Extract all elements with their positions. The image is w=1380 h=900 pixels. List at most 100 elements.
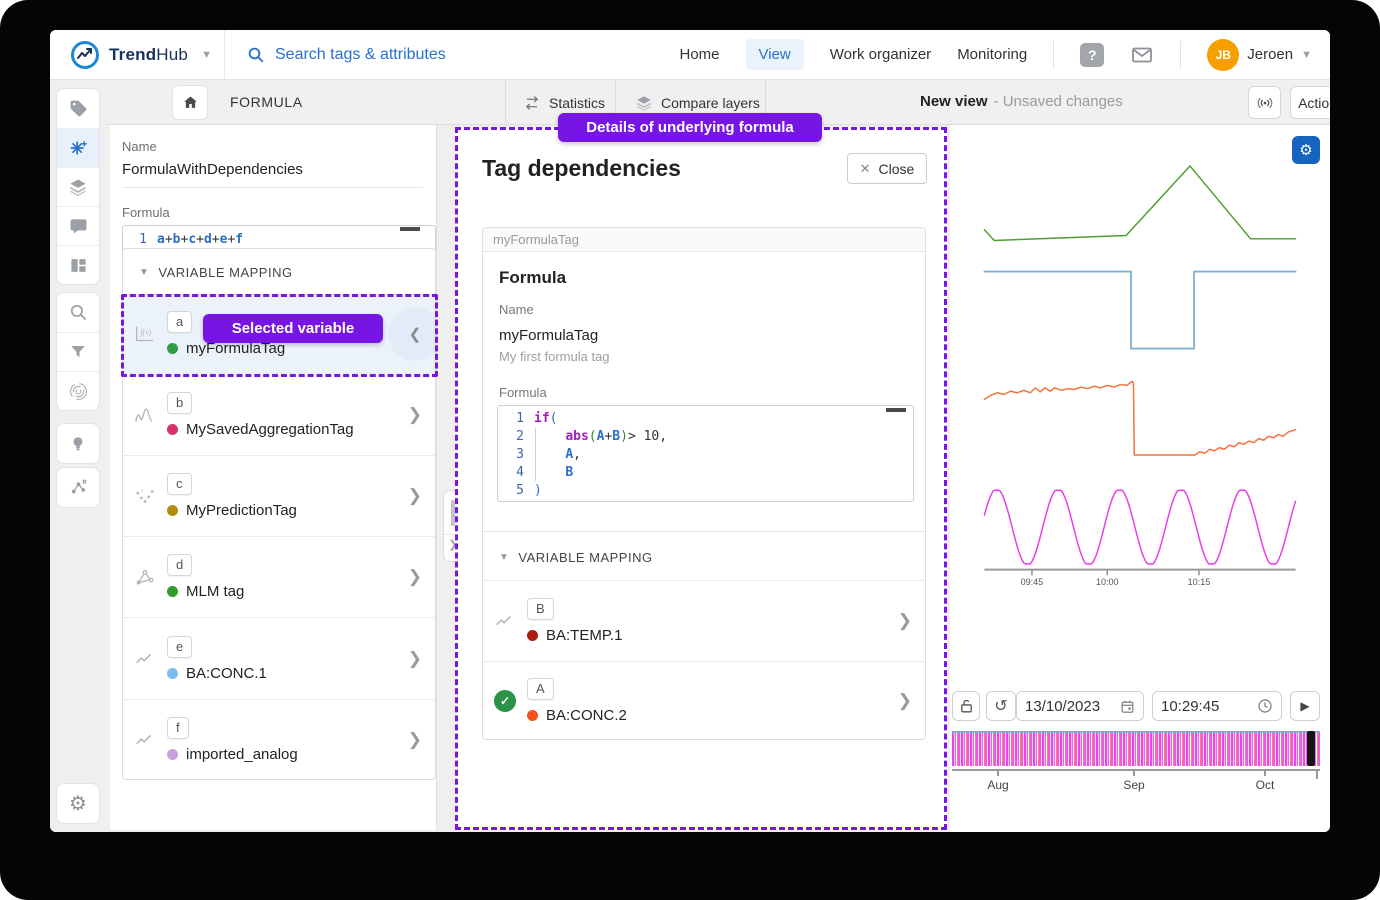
tag-color-dot <box>527 630 538 641</box>
variable-mapping-header[interactable]: ▼ VARIABLE MAPPING <box>483 534 669 579</box>
chart-settings-button[interactable]: ⚙ <box>1292 136 1320 164</box>
context-label: FORMULA <box>230 94 303 110</box>
content-area: ⚙ Name FormulaWithDependencies Formula 1… <box>50 80 1330 832</box>
svg-text:10:00: 10:00 <box>1096 577 1119 587</box>
app-window: TrendHub ▼ Search tags & attributes Home… <box>50 30 1330 832</box>
top-bar: TrendHub ▼ Search tags & attributes Home… <box>50 30 1330 80</box>
name-label: Name <box>122 139 157 154</box>
gear-icon: ⚙ <box>69 791 87 816</box>
time-input[interactable]: 10:29:45 <box>1152 691 1282 721</box>
formula-name-value: FormulaWithDependencies <box>122 161 303 178</box>
search-tool-button[interactable] <box>57 293 99 332</box>
trendhub-logo-icon <box>70 40 100 70</box>
dependency-graph-button[interactable] <box>57 468 99 507</box>
tag-description: My first formula tag <box>499 349 610 364</box>
formula-section-title: Formula <box>499 268 566 288</box>
filter-icon <box>69 343 87 361</box>
fingerprint-button[interactable] <box>57 371 99 410</box>
view-title: New view <box>920 93 988 110</box>
clock-icon <box>1257 698 1273 714</box>
main-nav: Home View Work organizer Monitoring ? JB… <box>679 39 1330 71</box>
editor-scrollbar[interactable] <box>400 227 420 231</box>
variable-row-e[interactable]: e BA:CONC.1 ❯ <box>123 617 435 699</box>
tag-color-dot <box>527 710 538 721</box>
tag-name-value: myFormulaTag <box>499 327 598 344</box>
month-label: Oct <box>1237 778 1293 792</box>
time-history-button[interactable]: ↺ <box>986 691 1016 721</box>
tag-color-dot <box>167 505 178 516</box>
trend-line-icon <box>123 732 167 748</box>
nav-view[interactable]: View <box>746 39 804 70</box>
variable-key-badge: c <box>167 473 192 495</box>
tag-color-dot <box>167 424 178 435</box>
date-input[interactable]: 13/10/2023 <box>1016 691 1144 721</box>
live-broadcast-button[interactable] <box>1248 86 1281 119</box>
divider <box>1180 41 1181 69</box>
month-label: Aug <box>970 778 1026 792</box>
variable-row-f[interactable]: f imported_analog ❯ <box>123 699 435 779</box>
tag-color-dot <box>167 343 178 354</box>
dependency-row-b[interactable]: B BA:TEMP.1 ❯ <box>483 580 925 661</box>
rail-group-main <box>56 88 100 285</box>
trend-chart-panel: 09:4510:0010:15 ⚙ ↺ 13/10/2023 10:29:45 … <box>950 125 1330 832</box>
settings-button[interactable]: ⚙ <box>57 784 99 823</box>
dashboard-icon <box>69 256 88 275</box>
month-label: Sep <box>1106 778 1162 792</box>
dependency-code-editor[interactable]: 1if(2 abs(A+B)> 10,3 A,4 B5) <box>497 405 914 502</box>
variable-key-badge: d <box>167 554 192 576</box>
chevron-right-icon: ❯ <box>408 649 422 669</box>
timeline-scrubber[interactable] <box>952 731 1320 766</box>
variable-row-b[interactable]: b MySavedAggregationTag ❯ <box>123 373 435 455</box>
scrubber-handle[interactable] <box>1307 731 1315 766</box>
filter-button[interactable] <box>57 332 99 371</box>
help-button[interactable]: ? <box>1080 43 1104 67</box>
divider <box>483 531 925 532</box>
variable-key-badge: a <box>167 311 192 333</box>
tags-button[interactable] <box>57 89 99 128</box>
dependency-row-a[interactable]: ✓ A BA:CONC.2 ❯ <box>483 661 925 740</box>
mail-icon[interactable] <box>1130 43 1154 67</box>
divider <box>1053 41 1054 69</box>
divider <box>122 187 423 188</box>
nav-work-organizer[interactable]: Work organizer <box>830 46 931 63</box>
variable-mapping-header[interactable]: ▼ VARIABLE MAPPING <box>123 249 435 294</box>
formula-tag-fieldset: myFormulaTag Formula Name myFormulaTag M… <box>482 227 926 740</box>
variable-row-c[interactable]: c MyPredictionTag ❯ <box>123 455 435 536</box>
home-button[interactable] <box>172 85 208 120</box>
chevron-right-icon: ❯ <box>408 730 422 750</box>
recommendations-button[interactable] <box>57 424 99 463</box>
rail-group-connections <box>56 467 100 508</box>
collapse-variable-button[interactable]: ❮ <box>388 307 435 361</box>
layers-icon <box>68 177 88 197</box>
nav-home[interactable]: Home <box>679 46 719 63</box>
trend-chart[interactable]: 09:4510:0010:15 <box>950 125 1330 690</box>
formulas-button[interactable] <box>57 128 99 167</box>
svg-text:f(x): f(x) <box>140 328 151 337</box>
close-button[interactable]: ✕ Close <box>847 153 927 184</box>
app-logo[interactable]: TrendHub ▼ <box>50 30 225 79</box>
nav-monitoring[interactable]: Monitoring <box>957 46 1027 63</box>
user-menu[interactable]: JB Jeroen ▼ <box>1207 39 1312 71</box>
comments-button[interactable] <box>57 206 99 245</box>
play-icon: ▶ <box>1300 699 1309 713</box>
history-icon: ↺ <box>994 696 1007 716</box>
chevron-down-icon[interactable]: ▼ <box>201 49 212 61</box>
actions-button[interactable]: Actions ▼ <box>1290 86 1330 119</box>
layers-button[interactable] <box>57 167 99 206</box>
indent-guide <box>535 428 536 481</box>
formula-label: Formula <box>499 385 547 400</box>
variable-row-d[interactable]: d MLM tag ❯ <box>123 536 435 617</box>
search-placeholder: Search tags & attributes <box>275 46 446 64</box>
search-icon <box>69 303 88 322</box>
step-forward-button[interactable]: ▶ <box>1290 691 1320 721</box>
variable-key-badge: b <box>167 392 192 414</box>
search-icon <box>247 46 265 64</box>
editor-scrollbar[interactable] <box>886 408 906 412</box>
dashboard-button[interactable] <box>57 245 99 284</box>
calendar-icon <box>1120 699 1135 714</box>
search-input[interactable]: Search tags & attributes <box>225 46 679 64</box>
view-status: New view - Unsaved changes <box>920 93 1123 110</box>
lock-timespan-button[interactable] <box>952 691 980 721</box>
formula-label: Formula <box>122 205 170 220</box>
chevron-right-icon: ❯ <box>408 486 422 506</box>
